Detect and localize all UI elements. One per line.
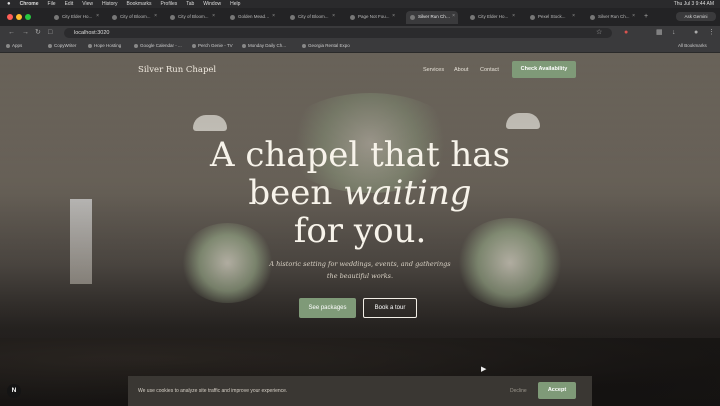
tab-4[interactable]: Golden Meado... × [226,11,278,24]
bookmark-perch-genie[interactable]: Perch Genie - TV [192,43,233,48]
tab-strip: City Elder Ho... × City of Bloom... × City… [0,8,720,26]
close-tab-icon[interactable]: × [332,13,335,19]
favicon-icon [290,15,295,20]
close-tab-icon[interactable]: × [452,13,455,19]
nav-about[interactable]: About [454,67,468,73]
cookie-accept-button[interactable]: Accept [538,382,576,399]
close-tab-icon[interactable]: × [392,13,395,19]
close-tab-icon[interactable]: × [572,13,575,19]
bookmark-favicon-icon [134,43,138,48]
mouse-cursor-icon: ▶ [481,366,487,373]
menu-view[interactable]: View [82,0,93,8]
bookmark-favicon-icon [48,43,52,48]
hero-subtitle: A historic setting for weddings, events,… [269,260,451,280]
page-viewport: Silver Run Chapel Services About Contact… [0,53,720,406]
toolbar: ← → ↻ □ localhost:3020 ☆ ● ▦ ↓ ● ⋮ [0,26,720,40]
favicon-icon [590,15,595,20]
bookmark-favicon-icon [302,43,306,48]
tab-2[interactable]: City of Bloom... × [108,11,160,24]
favicon-icon [230,15,235,20]
menu-file[interactable]: File [48,0,56,8]
menu-profiles[interactable]: Profiles [161,0,178,8]
back-icon[interactable]: ← [8,28,15,38]
ask-gemini-button[interactable]: Ask Gemini [676,12,716,21]
profile-avatar[interactable]: ● [694,28,698,38]
book-tour-button[interactable]: Book a tour [363,298,417,318]
bookmark-monday[interactable]: Monday Daily Ch... [242,43,286,48]
tab-5[interactable]: City of Bloom... × [286,11,338,24]
hero-emphasis: waiting [343,173,472,213]
extensions-puzzle-icon[interactable]: ▦ [656,28,663,38]
maximize-window-icon[interactable] [25,14,31,20]
favicon-icon [54,15,59,20]
cookie-text: We use cookies to analyze site traffic a… [138,388,288,394]
close-tab-icon[interactable]: × [154,13,157,19]
new-tab-icon[interactable]: + [644,12,648,22]
close-tab-icon[interactable]: × [212,13,215,19]
favicon-icon [410,15,415,20]
tab-7-active[interactable]: Silver Run Cha... × [406,11,458,24]
bookmark-georgia-rental[interactable]: Georgia Rental Expo [302,43,350,48]
check-availability-button[interactable]: Check Availability [512,61,576,78]
favicon-icon [530,15,535,20]
all-bookmarks[interactable]: All Bookmarks [678,43,707,48]
cookie-decline-button[interactable]: Decline [510,388,527,394]
site-header: Silver Run Chapel Services About Contact… [0,53,720,83]
menubar-clock: Thu Jul 3 9:44 AM [673,1,714,7]
menu-history[interactable]: History [102,0,118,8]
see-packages-button[interactable]: See packages [299,298,356,318]
menu-edit[interactable]: Edit [65,0,74,8]
dev-badge-icon[interactable]: N [7,384,21,398]
bookmark-hope-hosting[interactable]: Hope Hosting [88,43,121,48]
close-tab-icon[interactable]: × [512,13,515,19]
bookmark-favicon-icon [242,43,246,48]
menu-help[interactable]: Help [230,0,240,8]
tab-9[interactable]: Pexel Stock... × [526,11,578,24]
extension-icon[interactable]: ● [624,28,628,38]
menu-window[interactable]: Window [203,0,221,8]
close-window-icon[interactable] [7,14,13,20]
tab-8[interactable]: City Elder Ho... × [466,11,518,24]
bookmark-star-icon[interactable]: ☆ [596,28,602,38]
macos-menu-bar: ● Chrome File Edit View History Bookmark… [0,0,720,8]
address-bar[interactable]: localhost:3020 [64,28,612,38]
hero-line-3: for you. [293,211,427,251]
hero-line-2: been waiting [248,173,472,213]
bookmark-favicon-icon [88,43,92,48]
bookmarks-bar: Apps CopyWriter Hope Hosting Google Cale… [0,40,720,53]
apps-icon [6,43,10,48]
download-icon[interactable]: ↓ [672,28,676,38]
apple-icon[interactable]: ● [7,0,11,8]
site-logo[interactable]: Silver Run Chapel [138,65,216,75]
hero-line-1: A chapel that has [209,135,511,175]
tab-1[interactable]: City Elder Ho... × [50,11,102,24]
favicon-icon [112,15,117,20]
hero-headline: A chapel that has been waiting for you. [160,136,560,250]
favicon-icon [470,15,475,20]
close-tab-icon[interactable]: × [96,13,99,19]
forward-icon[interactable]: → [22,28,29,38]
tab-10[interactable]: Silver Run Ch... × [586,11,638,24]
more-menu-icon[interactable]: ⋮ [708,28,715,38]
reload-icon[interactable]: ↻ [35,28,41,38]
nav-services[interactable]: Services [423,67,444,73]
favicon-icon [170,15,175,20]
close-tab-icon[interactable]: × [272,13,275,19]
close-tab-icon[interactable]: × [632,13,635,19]
bookmark-apps[interactable]: Apps [6,43,22,48]
menu-bookmarks[interactable]: Bookmarks [127,0,152,8]
bookmark-copywriter[interactable]: CopyWriter [48,43,76,48]
tab-6[interactable]: Page Not Fou... × [346,11,398,24]
minimize-window-icon[interactable] [16,14,22,20]
bookmark-favicon-icon [192,43,196,48]
menu-app-name[interactable]: Chrome [20,0,39,8]
sidebar-icon[interactable]: □ [48,28,52,38]
tab-3[interactable]: City of Bloom... × [166,11,218,24]
cookie-banner: We use cookies to analyze site traffic a… [128,376,592,406]
url-text: localhost:3020 [74,30,110,36]
nav-contact[interactable]: Contact [480,67,499,73]
menu-tab[interactable]: Tab [186,0,194,8]
bookmark-google-calendar[interactable]: Google Calendar - ... [134,43,182,48]
favicon-icon [350,15,355,20]
